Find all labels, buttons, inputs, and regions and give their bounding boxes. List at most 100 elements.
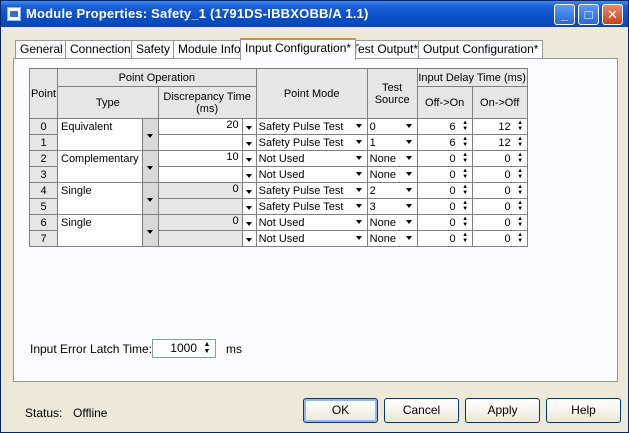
discrepancy-dropdown[interactable] [241, 214, 257, 231]
discrepancy-dropdown[interactable] [241, 182, 257, 199]
discrepancy-dropdown[interactable] [241, 230, 257, 247]
on-off-delay-input[interactable]: 12 ▲ ▼ [471, 118, 528, 135]
test-source-select[interactable]: None [366, 166, 418, 183]
chevron-down-icon [402, 120, 416, 133]
discrepancy-dropdown[interactable] [241, 118, 257, 135]
spinner-icon[interactable]: ▲ ▼ [515, 168, 526, 181]
title-bar[interactable]: Module Properties: Safety_1 (1791DS-IBBX… [1, 1, 628, 27]
spinner-icon[interactable]: ▲ ▼ [460, 232, 471, 245]
on-off-delay-input[interactable]: 0 ▲ ▼ [471, 182, 528, 199]
discrepancy-time-input[interactable] [157, 166, 243, 183]
point-mode-select[interactable]: Safety Pulse Test [255, 118, 368, 135]
off-on-delay-input[interactable]: 0 ▲ ▼ [416, 214, 473, 231]
status-value: Offline [73, 406, 108, 420]
on-off-delay-input[interactable]: 0 ▲ ▼ [471, 214, 528, 231]
on-off-delay-input[interactable]: 12 ▲ ▼ [471, 134, 528, 151]
spinner-icon[interactable]: ▲ ▼ [200, 341, 214, 356]
tab-module-info[interactable]: Module Info [173, 40, 246, 59]
spinner-icon[interactable]: ▲ ▼ [515, 120, 526, 133]
discrepancy-time-input[interactable]: 10 [157, 150, 243, 167]
off-on-delay-input[interactable]: 0 ▲ ▼ [416, 230, 473, 247]
discrepancy-time-input[interactable] [157, 198, 243, 215]
point-mode-select[interactable]: Not Used [255, 214, 368, 231]
off-on-delay-input[interactable]: 0 ▲ ▼ [416, 166, 473, 183]
close-button[interactable]: ✕ [602, 4, 623, 25]
type-select[interactable]: Single [57, 214, 143, 247]
discrepancy-time-input[interactable]: 20 [157, 118, 243, 135]
point-mode-select[interactable]: Not Used [255, 166, 368, 183]
on-off-delay-input[interactable]: 0 ▲ ▼ [471, 150, 528, 167]
spinner-icon[interactable]: ▲ ▼ [460, 200, 471, 213]
type-dropdown-button[interactable] [141, 118, 159, 151]
tab-safety[interactable]: Safety [131, 40, 176, 59]
point-mode-select[interactable]: Safety Pulse Test [255, 198, 368, 215]
type-select[interactable]: Equivalent [57, 118, 143, 151]
spinner-icon[interactable]: ▲ ▼ [515, 136, 526, 149]
spinner-icon[interactable]: ▲ ▼ [460, 216, 471, 229]
chevron-down-icon [402, 232, 416, 245]
chevron-down-icon [352, 152, 366, 165]
spinner-icon[interactable]: ▲ ▼ [515, 232, 526, 245]
type-dropdown-button[interactable] [141, 182, 159, 215]
spinner-icon[interactable]: ▲ ▼ [515, 216, 526, 229]
test-source-select[interactable]: 1 [366, 134, 418, 151]
point-mode-select[interactable]: Safety Pulse Test [255, 182, 368, 199]
off-on-delay-input[interactable]: 0 ▲ ▼ [416, 198, 473, 215]
point-mode-select[interactable]: Safety Pulse Test [255, 134, 368, 151]
minimize-button[interactable]: _ [554, 4, 575, 25]
tab-input-configuration[interactable]: Input Configuration* [240, 38, 357, 60]
off-on-delay-input[interactable]: 6 ▲ ▼ [416, 134, 473, 151]
chevron-down-icon [352, 184, 366, 197]
discrepancy-time-input[interactable] [157, 230, 243, 247]
test-source-select[interactable]: 0 [366, 118, 418, 135]
apply-button[interactable]: Apply [465, 398, 540, 423]
tab-output-configuration[interactable]: Output Configuration* [418, 40, 544, 59]
discrepancy-time-input[interactable] [157, 134, 243, 151]
window-title: Module Properties: Safety_1 (1791DS-IBBX… [26, 6, 369, 21]
spinner-icon[interactable]: ▲ ▼ [460, 184, 471, 197]
test-source-select[interactable]: None [366, 150, 418, 167]
chevron-down-icon [245, 125, 252, 130]
header-discrepancy-time: Discrepancy Time (ms) [157, 86, 257, 119]
spinner-icon[interactable]: ▲ ▼ [460, 152, 471, 165]
test-source-select[interactable]: None [366, 230, 418, 247]
test-source-select[interactable]: None [366, 214, 418, 231]
discrepancy-time-input[interactable]: 0 [157, 214, 243, 231]
spinner-icon[interactable]: ▲ ▼ [460, 136, 471, 149]
discrepancy-dropdown[interactable] [241, 150, 257, 167]
off-on-delay-input[interactable]: 0 ▲ ▼ [416, 182, 473, 199]
tab-general[interactable]: General [15, 40, 68, 59]
type-select[interactable]: Single [57, 182, 143, 215]
on-off-delay-input[interactable]: 0 ▲ ▼ [471, 198, 528, 215]
on-off-delay-input[interactable]: 0 ▲ ▼ [471, 166, 528, 183]
type-dropdown-button[interactable] [141, 150, 159, 183]
maximize-button[interactable]: □ [578, 4, 599, 25]
ok-button[interactable]: OK [303, 398, 378, 423]
off-on-delay-input[interactable]: 6 ▲ ▼ [416, 118, 473, 135]
chevron-down-icon [352, 120, 366, 133]
type-dropdown-button[interactable] [141, 214, 159, 247]
on-off-delay-input[interactable]: 0 ▲ ▼ [471, 230, 528, 247]
help-button[interactable]: Help [546, 398, 621, 423]
type-select[interactable]: Complementary [57, 150, 143, 183]
discrepancy-dropdown[interactable] [241, 134, 257, 151]
point-mode-select[interactable]: Not Used [255, 150, 368, 167]
spinner-icon[interactable]: ▲ ▼ [515, 184, 526, 197]
tab-test-output[interactable]: Test Output* [347, 40, 424, 59]
spinner-icon[interactable]: ▲ ▼ [515, 152, 526, 165]
off-on-delay-input[interactable]: 0 ▲ ▼ [416, 150, 473, 167]
cancel-button[interactable]: Cancel [384, 398, 459, 423]
discrepancy-dropdown[interactable] [241, 166, 257, 183]
chevron-down-icon [245, 189, 252, 194]
discrepancy-time-input[interactable]: 0 [157, 182, 243, 199]
spinner-icon[interactable]: ▲ ▼ [460, 120, 471, 133]
point-mode-select[interactable]: Not Used [255, 230, 368, 247]
input-error-latch-input[interactable]: 1000 ▲ ▼ [152, 339, 216, 358]
spinner-icon[interactable]: ▲ ▼ [460, 168, 471, 181]
discrepancy-dropdown[interactable] [241, 198, 257, 215]
tab-connection[interactable]: Connection [65, 40, 136, 59]
test-source-select[interactable]: 3 [366, 198, 418, 215]
point-number: 0 [29, 118, 58, 135]
spinner-icon[interactable]: ▲ ▼ [515, 200, 526, 213]
test-source-select[interactable]: 2 [366, 182, 418, 199]
